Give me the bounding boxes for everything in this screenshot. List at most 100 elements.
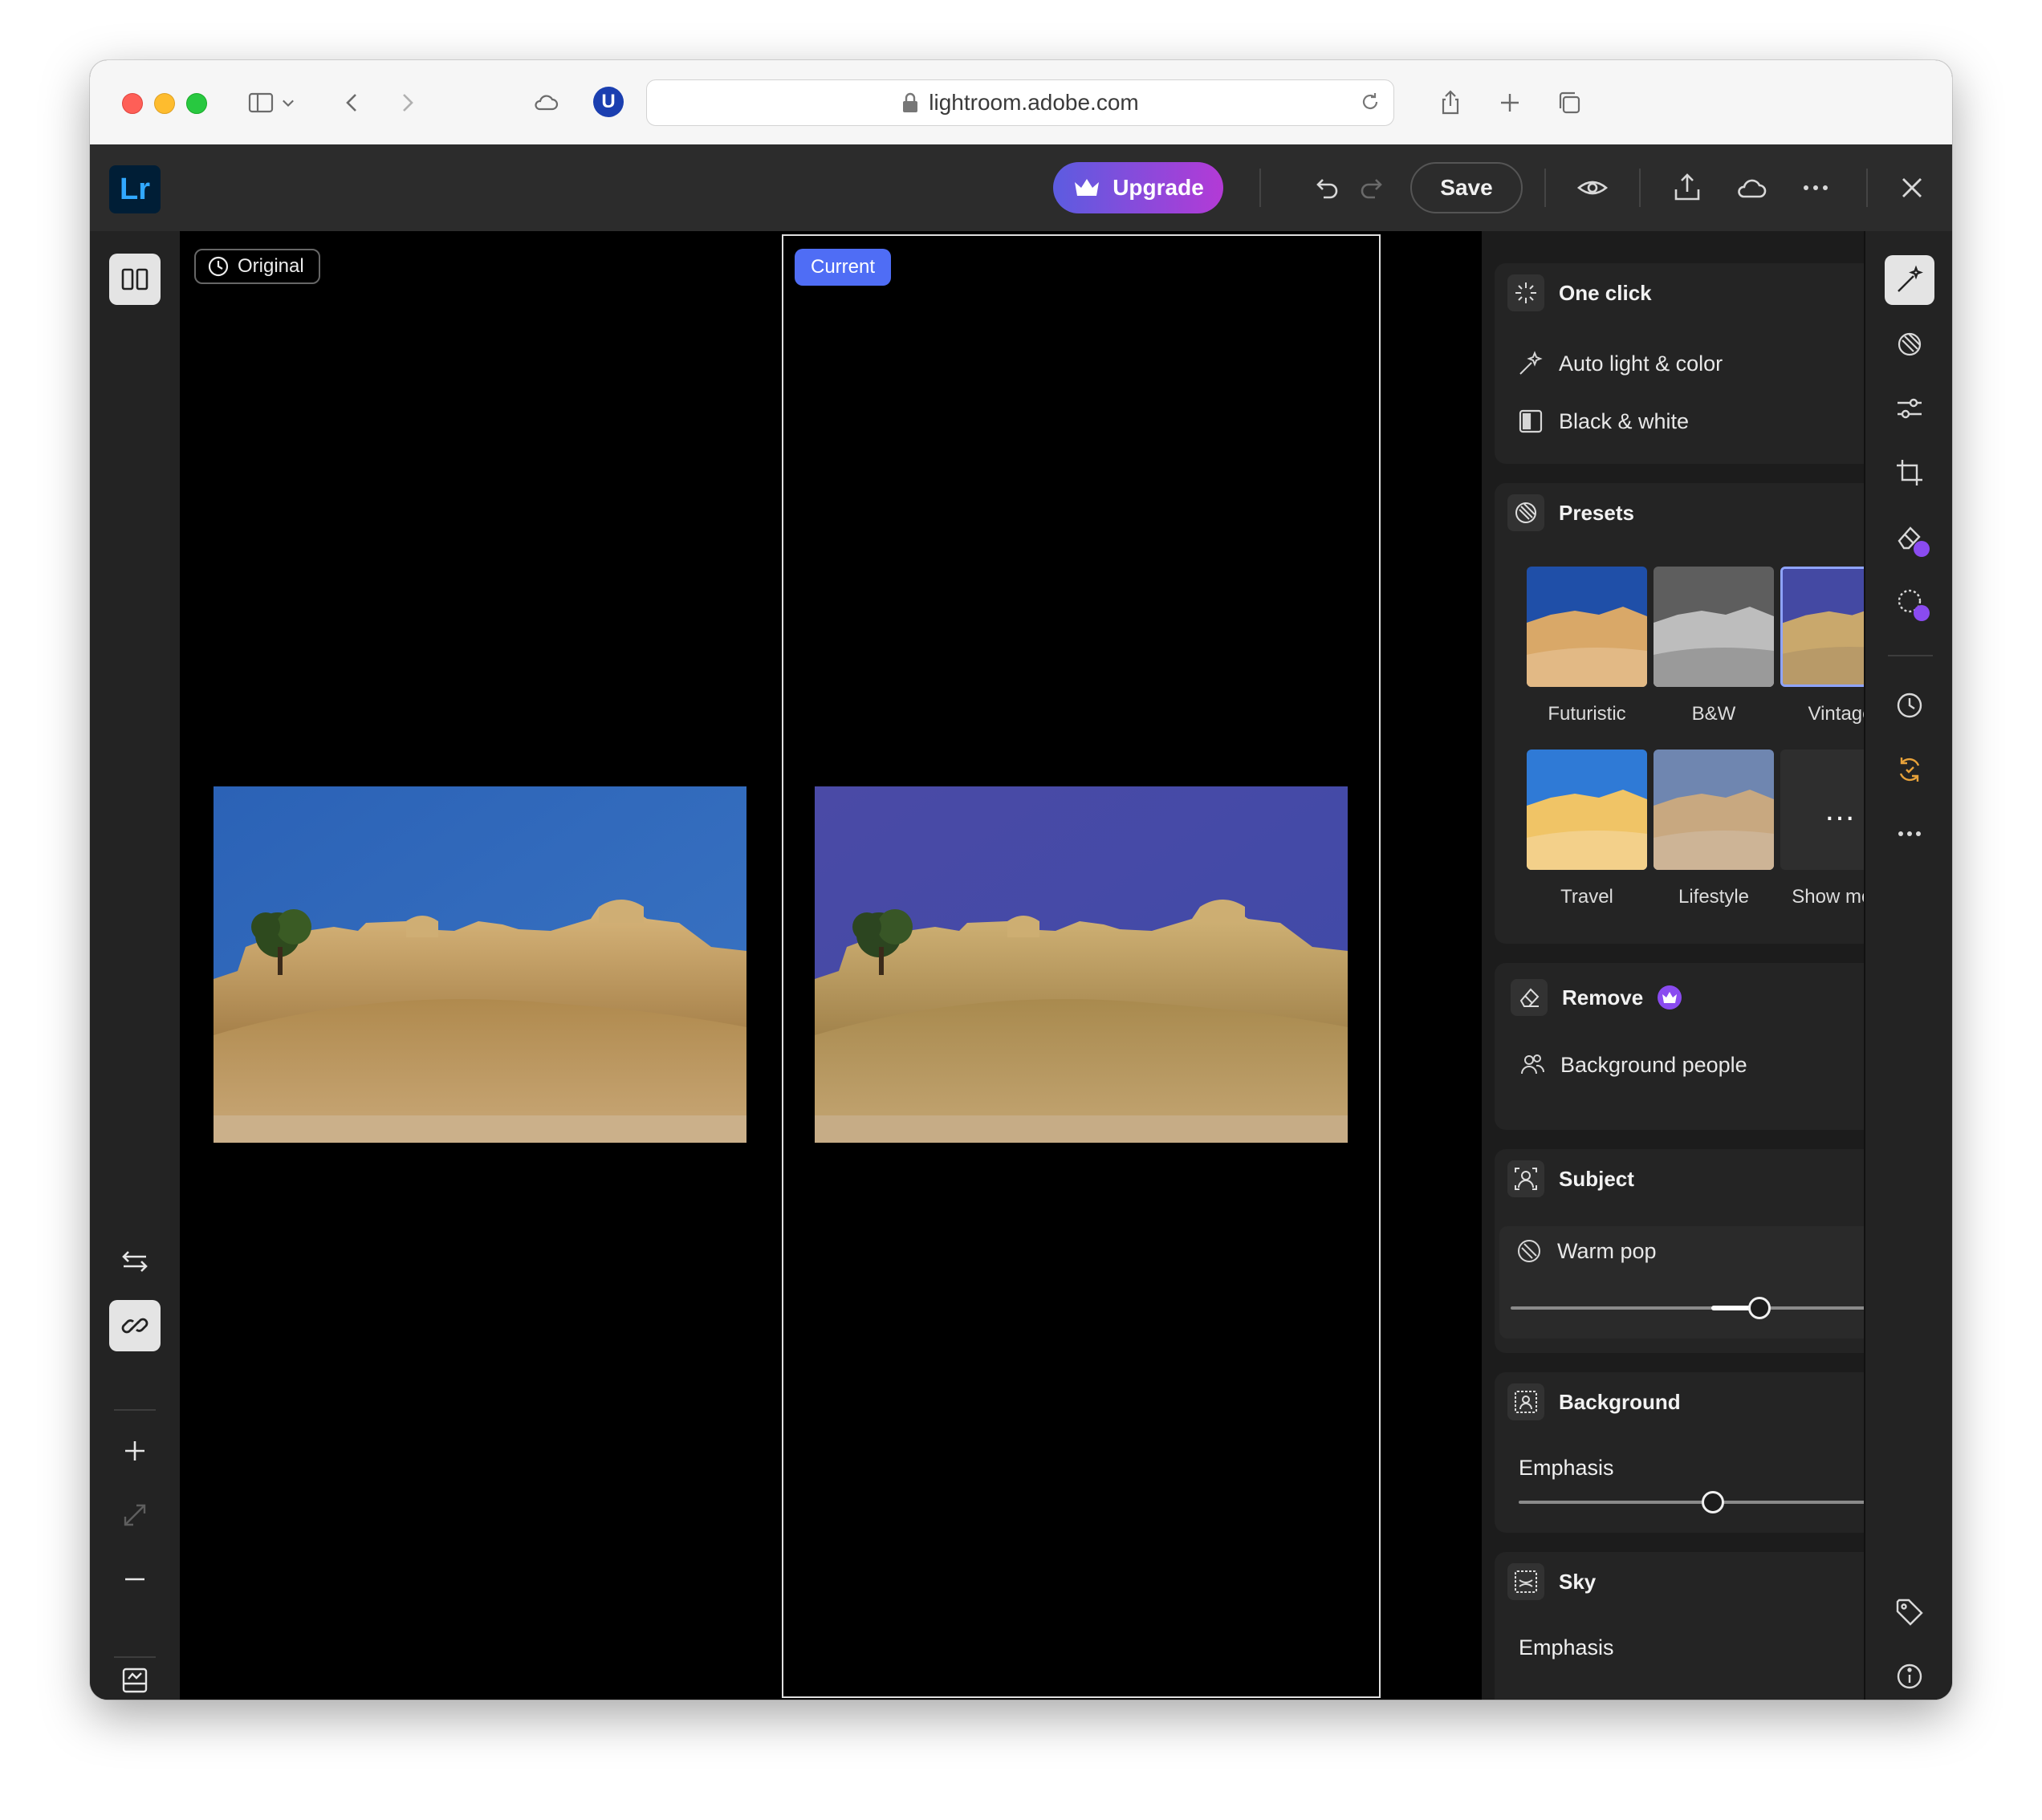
background-emphasis-label: Emphasis bbox=[1519, 1456, 1614, 1480]
subject-title: Subject bbox=[1559, 1166, 1634, 1191]
more-options-icon[interactable] bbox=[1796, 169, 1835, 207]
zoom-out-icon[interactable] bbox=[109, 1554, 161, 1605]
sparkle-icon bbox=[1507, 274, 1544, 311]
background-people-label: Background people bbox=[1560, 1052, 1747, 1077]
tab-overview-icon[interactable] bbox=[1551, 84, 1588, 121]
eraser-icon[interactable] bbox=[1885, 512, 1934, 562]
forward-arrow-icon[interactable] bbox=[388, 84, 425, 121]
black-white-icon bbox=[1519, 409, 1543, 433]
current-label: Current bbox=[795, 249, 892, 286]
address-bar[interactable]: lightroom.adobe.com bbox=[646, 79, 1394, 126]
premium-badge-icon bbox=[1914, 541, 1930, 557]
versions-icon[interactable] bbox=[1885, 745, 1934, 794]
upgrade-button[interactable]: Upgrade bbox=[1053, 162, 1223, 213]
filmstrip-icon[interactable] bbox=[109, 1664, 161, 1700]
masking-icon[interactable] bbox=[1885, 576, 1934, 626]
original-label: Original bbox=[194, 249, 320, 284]
presets-icon bbox=[1507, 494, 1544, 531]
swap-icon[interactable] bbox=[109, 1236, 161, 1287]
crop-icon[interactable] bbox=[1885, 448, 1934, 498]
current-photo[interactable] bbox=[815, 786, 1348, 1143]
subject-icon bbox=[1507, 1160, 1544, 1197]
original-photo[interactable] bbox=[214, 786, 746, 1143]
close-window-button[interactable] bbox=[122, 93, 143, 114]
presets-title: Presets bbox=[1559, 500, 1634, 525]
info-icon[interactable] bbox=[1885, 1651, 1934, 1700]
history-clock-icon[interactable] bbox=[1885, 680, 1934, 730]
preset-thumbnail bbox=[1527, 750, 1647, 870]
divider bbox=[114, 1656, 156, 1658]
preset-name: Travel bbox=[1560, 886, 1613, 908]
black-white-row: Black & white bbox=[1517, 408, 1689, 435]
premium-crown-icon bbox=[1658, 985, 1682, 1010]
share-icon[interactable] bbox=[1432, 84, 1469, 121]
icloud-icon[interactable] bbox=[527, 84, 564, 121]
auto-light-color-button[interactable]: Auto light & color bbox=[1517, 350, 1723, 377]
export-icon[interactable] bbox=[1668, 169, 1706, 207]
chevron-down-icon[interactable] bbox=[276, 84, 300, 121]
sidebar-toggle-icon[interactable] bbox=[242, 84, 279, 121]
new-tab-icon[interactable] bbox=[1491, 84, 1528, 121]
close-icon[interactable] bbox=[1893, 169, 1931, 207]
preset-thumbnail bbox=[1527, 567, 1647, 687]
link-icon[interactable] bbox=[109, 1300, 161, 1351]
left-toolbar bbox=[90, 231, 180, 1700]
undo-icon[interactable] bbox=[1306, 169, 1344, 207]
compare-view-icon[interactable] bbox=[109, 254, 161, 305]
quick-actions-icon[interactable] bbox=[1885, 255, 1934, 305]
reload-icon[interactable] bbox=[1358, 90, 1382, 114]
background-emphasis-thumb[interactable] bbox=[1702, 1491, 1724, 1513]
eraser-icon bbox=[1511, 979, 1548, 1016]
one-click-title: One click bbox=[1559, 280, 1652, 305]
preset-bw[interactable]: B&W bbox=[1654, 567, 1774, 725]
more-tools-icon[interactable] bbox=[1885, 809, 1934, 859]
extension-icon[interactable]: U bbox=[593, 87, 624, 117]
url-text: lightroom.adobe.com bbox=[929, 90, 1139, 115]
preset-thumbnail bbox=[1654, 750, 1774, 870]
eye-icon[interactable] bbox=[1573, 169, 1612, 207]
preset-name: Lifestyle bbox=[1678, 886, 1750, 908]
preset-name: Futuristic bbox=[1548, 703, 1626, 725]
crown-icon bbox=[1075, 179, 1100, 196]
preset-futuristic[interactable]: Futuristic bbox=[1527, 567, 1647, 725]
right-toolbar bbox=[1864, 231, 1952, 1700]
warm-pop-item: Warm pop bbox=[1499, 1226, 1926, 1339]
minimize-window-button[interactable] bbox=[154, 93, 175, 114]
back-arrow-icon[interactable] bbox=[334, 84, 371, 121]
sky-emphasis-label: Emphasis bbox=[1519, 1635, 1614, 1660]
fit-screen-icon[interactable] bbox=[109, 1489, 161, 1541]
redo-icon[interactable] bbox=[1354, 169, 1393, 207]
browser-window: U lightroom.adobe.com Lr Upgrade Save Or… bbox=[90, 60, 1952, 1700]
auto-light-color-label: Auto light & color bbox=[1559, 351, 1723, 376]
preset-icon bbox=[1518, 1240, 1540, 1262]
divider bbox=[1866, 169, 1868, 207]
preset-lifestyle[interactable]: Lifestyle bbox=[1654, 750, 1774, 908]
divider bbox=[1544, 169, 1546, 207]
save-button[interactable]: Save bbox=[1410, 162, 1523, 213]
background-title: Background bbox=[1559, 1389, 1681, 1414]
lightroom-logo[interactable]: Lr bbox=[109, 165, 161, 213]
remove-title: Remove bbox=[1562, 985, 1644, 1010]
people-icon bbox=[1521, 1054, 1545, 1075]
zoom-window-button[interactable] bbox=[186, 93, 207, 114]
app-header: Lr Upgrade Save bbox=[90, 144, 1952, 231]
background-people-row: Background people bbox=[1519, 1051, 1747, 1079]
zoom-in-icon[interactable] bbox=[109, 1425, 161, 1477]
divider bbox=[1259, 169, 1261, 207]
divider bbox=[1888, 655, 1933, 656]
upgrade-label: Upgrade bbox=[1113, 175, 1204, 200]
presets-icon[interactable] bbox=[1885, 319, 1934, 369]
premium-badge-icon bbox=[1914, 605, 1930, 621]
cloud-icon[interactable] bbox=[1732, 169, 1771, 207]
preset-travel[interactable]: Travel bbox=[1527, 750, 1647, 908]
black-white-label: Black & white bbox=[1559, 408, 1690, 433]
warm-pop-label: Warm pop bbox=[1557, 1238, 1657, 1263]
warm-pop-slider-thumb[interactable] bbox=[1748, 1297, 1771, 1319]
sky-title: Sky bbox=[1559, 1569, 1597, 1594]
photo-canvas[interactable]: Original Current bbox=[180, 231, 1482, 1700]
tag-icon[interactable] bbox=[1885, 1587, 1934, 1637]
adjust-sliders-icon[interactable] bbox=[1885, 384, 1934, 433]
preset-thumbnail bbox=[1654, 567, 1774, 687]
magic-wand-icon bbox=[1519, 351, 1543, 375]
divider bbox=[1639, 169, 1641, 207]
